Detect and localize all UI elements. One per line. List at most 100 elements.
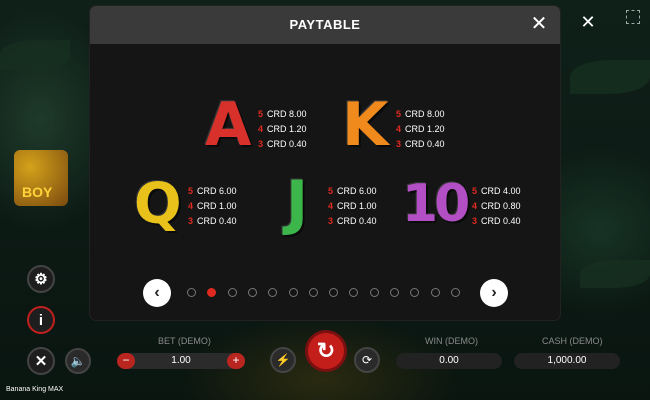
symbol-payouts: 5 CRD 8.00 4 CRD 1.20 3 CRD 0.40 bbox=[258, 107, 307, 152]
page-dot[interactable] bbox=[349, 288, 359, 297]
payout-value: CRD 1.20 bbox=[267, 124, 307, 134]
autoplay-button[interactable]: ⟳ bbox=[354, 347, 380, 373]
symbol-k: K bbox=[342, 95, 389, 161]
spin-button[interactable]: ↻ bbox=[305, 330, 347, 372]
payout-row: 3 CRD 0.40 bbox=[258, 137, 307, 152]
payout-count: 3 bbox=[396, 139, 402, 149]
payout-value: CRD 6.00 bbox=[337, 186, 377, 196]
payout-count: 4 bbox=[188, 201, 194, 211]
payout-count: 4 bbox=[328, 201, 334, 211]
payout-row: 5 CRD 8.00 bbox=[396, 107, 445, 122]
symbol-payouts: 5 CRD 6.00 4 CRD 1.00 3 CRD 0.40 bbox=[328, 184, 377, 229]
payout-value: CRD 4.00 bbox=[481, 186, 521, 196]
spin-icon: ↻ bbox=[316, 338, 336, 363]
paytable-dialog: PAYTABLE ✕ A 5 CRD 8.00 4 CRD 1.20 3 CRD 0.40 K… bbox=[90, 6, 560, 320]
page-dot[interactable] bbox=[390, 288, 399, 297]
payout-value: CRD 0.40 bbox=[267, 139, 307, 149]
payout-count: 3 bbox=[258, 139, 264, 149]
payout-value: CRD 8.00 bbox=[267, 109, 307, 119]
info-icon: i bbox=[38, 311, 44, 329]
page-dot[interactable] bbox=[369, 288, 379, 297]
bet-increase-button[interactable]: + bbox=[227, 353, 245, 369]
payout-count: 3 bbox=[188, 216, 194, 226]
symbol-10: 10 bbox=[402, 174, 470, 236]
page-dot[interactable] bbox=[410, 288, 420, 297]
payout-value: CRD 0.40 bbox=[405, 139, 445, 149]
paytable-close-icon[interactable]: ✕ bbox=[528, 13, 550, 35]
page-dot[interactable] bbox=[450, 288, 460, 297]
payout-row: 3 CRD 0.40 bbox=[396, 137, 445, 152]
fullscreen-icon[interactable] bbox=[626, 10, 640, 24]
page-dot[interactable] bbox=[207, 288, 217, 297]
payout-row: 5 CRD 6.00 bbox=[188, 184, 237, 199]
payout-row: 3 CRD 0.40 bbox=[188, 214, 237, 229]
paytable-title: PAYTABLE bbox=[289, 17, 361, 32]
turbo-button[interactable]: ⚡ bbox=[270, 347, 296, 373]
symbol-q: Q bbox=[134, 172, 182, 239]
prev-page-button[interactable]: ‹ bbox=[143, 279, 171, 307]
paytable-header: PAYTABLE ✕ bbox=[90, 6, 560, 44]
payout-row: 3 CRD 0.40 bbox=[472, 214, 521, 229]
payout-value: CRD 6.00 bbox=[197, 186, 237, 196]
next-page-button[interactable]: › bbox=[480, 279, 508, 307]
info-button[interactable]: i bbox=[27, 306, 55, 334]
page-dot[interactable] bbox=[308, 288, 318, 297]
payout-count: 4 bbox=[472, 201, 478, 211]
autoplay-icon: ⟳ bbox=[361, 353, 373, 367]
symbol-letter: J bbox=[285, 168, 308, 238]
sound-button[interactable]: 🔈 bbox=[65, 348, 91, 374]
payout-row: 3 CRD 0.40 bbox=[328, 214, 377, 229]
page-dot[interactable] bbox=[187, 288, 196, 297]
symbol-letter: 10 bbox=[402, 174, 470, 234]
payout-value: CRD 0.40 bbox=[481, 216, 521, 226]
symbol-j: J bbox=[274, 173, 316, 239]
page-dot[interactable] bbox=[247, 288, 257, 297]
jungle-leaf bbox=[0, 40, 70, 70]
payout-count: 4 bbox=[258, 124, 264, 134]
close-game-button[interactable]: ✕ bbox=[27, 347, 55, 375]
payout-value: CRD 1.00 bbox=[197, 201, 237, 211]
payout-value: CRD 0.40 bbox=[337, 216, 377, 226]
close-icon: ✕ bbox=[34, 353, 48, 370]
payout-count: 5 bbox=[188, 186, 194, 196]
page-dot[interactable] bbox=[227, 288, 237, 297]
cash-label: CASH (DEMO) bbox=[542, 336, 603, 346]
page-dot[interactable] bbox=[430, 288, 440, 297]
symbol-letter: A bbox=[205, 90, 251, 160]
payout-count: 5 bbox=[396, 109, 402, 119]
payout-row: 4 CRD 0.80 bbox=[472, 199, 521, 214]
symbol-letter: Q bbox=[134, 172, 182, 237]
payout-row: 5 CRD 6.00 bbox=[328, 184, 377, 199]
win-value: 0.00 bbox=[396, 353, 502, 369]
reel-symbol-label: BOY bbox=[22, 184, 53, 200]
page-dot[interactable] bbox=[268, 288, 278, 297]
payout-count: 5 bbox=[472, 186, 478, 196]
payout-value: CRD 0.40 bbox=[197, 216, 237, 226]
reel-symbol-boy: BOY bbox=[14, 150, 68, 206]
payout-count: 4 bbox=[396, 124, 402, 134]
page-dot[interactable] bbox=[288, 288, 298, 297]
settings-button[interactable]: ⚙ bbox=[27, 265, 55, 293]
symbol-payouts: 5 CRD 8.00 4 CRD 1.20 3 CRD 0.40 bbox=[396, 107, 445, 152]
payout-count: 3 bbox=[328, 216, 334, 226]
page-dot[interactable] bbox=[329, 288, 339, 297]
symbol-payouts: 5 CRD 4.00 4 CRD 0.80 3 CRD 0.40 bbox=[472, 184, 521, 229]
bet-stepper: − 1.00 + bbox=[117, 353, 245, 369]
payout-count: 3 bbox=[472, 216, 478, 226]
payout-row: 4 CRD 1.00 bbox=[328, 199, 377, 214]
win-label: WIN (DEMO) bbox=[425, 336, 478, 346]
payout-count: 5 bbox=[328, 186, 334, 196]
jungle-leaf bbox=[580, 260, 650, 288]
payout-count: 5 bbox=[258, 109, 264, 119]
corner-close-icon[interactable]: ✕ bbox=[578, 12, 598, 32]
payout-value: CRD 1.00 bbox=[337, 201, 377, 211]
gear-icon: ⚙ bbox=[34, 271, 48, 288]
payout-value: CRD 0.80 bbox=[481, 201, 521, 211]
payout-row: 5 CRD 4.00 bbox=[472, 184, 521, 199]
payout-value: CRD 1.20 bbox=[405, 124, 445, 134]
cash-value: 1,000.00 bbox=[514, 353, 620, 369]
payout-row: 4 CRD 1.00 bbox=[188, 199, 237, 214]
jungle-leaf bbox=[570, 60, 650, 94]
speaker-icon: 🔈 bbox=[70, 354, 86, 368]
lightning-icon: ⚡ bbox=[275, 353, 291, 367]
